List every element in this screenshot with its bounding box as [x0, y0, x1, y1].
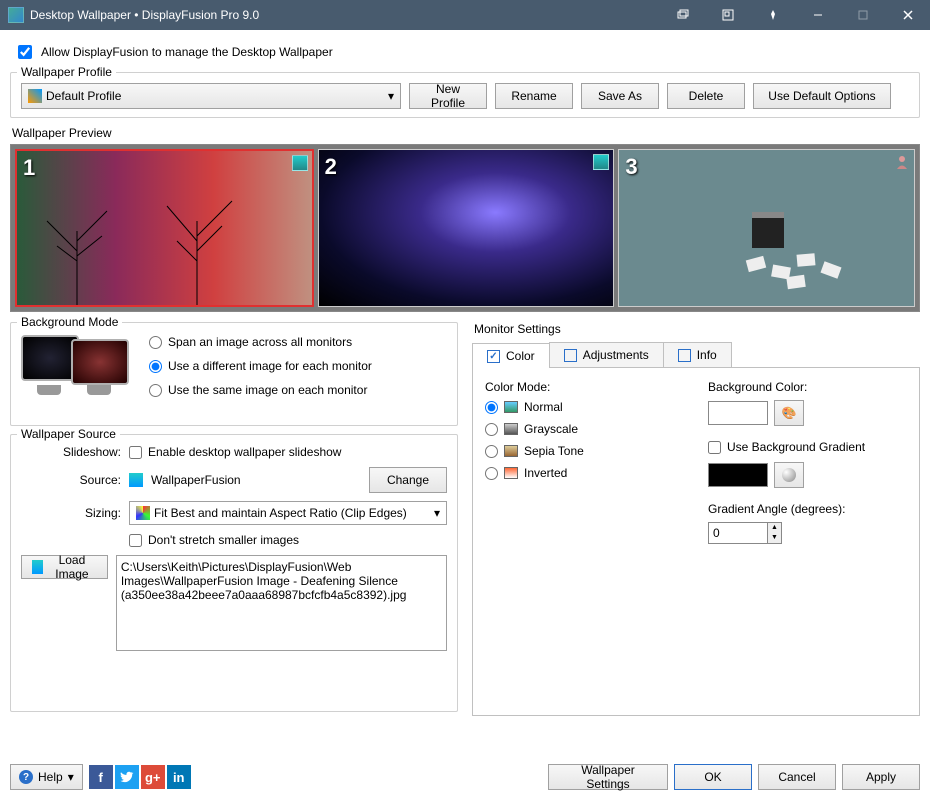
allow-manage-checkbox[interactable]: Allow DisplayFusion to manage the Deskto…	[14, 42, 920, 62]
bgmode-span-radio[interactable]: Span an image across all monitors	[149, 335, 372, 349]
monitor-number: 3	[625, 154, 637, 180]
chevron-down-icon: ▾	[434, 506, 440, 520]
chevron-down-icon: ▾	[68, 770, 74, 784]
tabstrip: Color Adjustments Info	[472, 342, 920, 368]
slideshow-label: Slideshow:	[21, 445, 121, 459]
wallpaper-profile-group: Wallpaper Profile Default Profile ▾ New …	[10, 72, 920, 118]
wallpaper-source-legend: Wallpaper Source	[17, 427, 120, 441]
cancel-button[interactable]: Cancel	[758, 764, 836, 790]
monitor-number: 2	[325, 154, 337, 180]
background-color-swatch[interactable]	[708, 401, 768, 425]
tab-info[interactable]: Info	[663, 342, 732, 367]
sizing-value: Fit Best and maintain Aspect Ratio (Clip…	[154, 506, 407, 520]
monitor-number: 1	[23, 155, 35, 181]
delete-button[interactable]: Delete	[667, 83, 745, 109]
sepia-icon	[504, 445, 518, 457]
monitor-person-icon	[894, 154, 910, 170]
monitor-settings-legend: Monitor Settings	[474, 322, 920, 336]
close-icon[interactable]	[885, 0, 930, 30]
background-mode-illustration	[21, 333, 139, 395]
tab-adjustments[interactable]: Adjustments	[549, 342, 664, 367]
footer: ? Help ▾ f g+ in Wallpaper Settings OK C…	[10, 764, 920, 790]
wallpaperfusion-icon	[129, 473, 143, 487]
linkedin-icon[interactable]: in	[167, 765, 191, 789]
sizing-icon	[136, 506, 150, 520]
new-profile-button[interactable]: New Profile	[409, 83, 487, 109]
monitor-preview-1[interactable]: 1	[15, 149, 314, 307]
inverted-icon	[504, 467, 518, 479]
background-mode-legend: Background Mode	[17, 315, 122, 329]
profile-selected-value: Default Profile	[46, 89, 121, 103]
source-label: Source:	[21, 473, 121, 487]
color-mode-label: Color Mode:	[485, 380, 684, 394]
source-value: WallpaperFusion	[151, 473, 241, 487]
monitor-preview-2[interactable]: 2	[318, 149, 615, 307]
gradient-color-swatch[interactable]	[708, 463, 768, 487]
gradient-picker-button[interactable]	[774, 462, 804, 488]
colormode-normal-radio[interactable]: Normal	[485, 400, 684, 414]
titlebar-pin-icon[interactable]	[750, 0, 795, 30]
gradient-angle-label: Gradient Angle (degrees):	[708, 502, 907, 516]
preview-strip: 1 2 3	[10, 144, 920, 312]
palette-icon: 🎨	[782, 406, 797, 420]
titlebar-extra-2-icon[interactable]	[705, 0, 750, 30]
wallpaper-profile-legend: Wallpaper Profile	[17, 65, 116, 79]
profile-select[interactable]: Default Profile ▾	[21, 83, 401, 109]
background-mode-group: Background Mode Span an image across all…	[10, 322, 458, 426]
tab-body: Color Mode: Normal Grayscale Sepia Tone …	[472, 368, 920, 716]
color-picker-button[interactable]: 🎨	[774, 400, 804, 426]
tab-checkbox-icon	[564, 349, 577, 362]
apply-button[interactable]: Apply	[842, 764, 920, 790]
grayscale-icon	[504, 423, 518, 435]
wallpaper-source-group: Wallpaper Source Slideshow: Enable deskt…	[10, 434, 458, 712]
facebook-icon[interactable]: f	[89, 765, 113, 789]
help-button[interactable]: ? Help ▾	[10, 764, 83, 790]
window-title: Desktop Wallpaper • DisplayFusion Pro 9.…	[30, 8, 660, 22]
background-color-label: Background Color:	[708, 380, 907, 394]
load-image-button[interactable]: Load Image	[21, 555, 108, 579]
app-icon	[8, 7, 24, 23]
image-path-textarea[interactable]	[116, 555, 447, 651]
gradient-angle-spinner[interactable]: ▲▼	[708, 522, 782, 544]
change-source-button[interactable]: Change	[369, 467, 447, 493]
allow-manage-label: Allow DisplayFusion to manage the Deskto…	[41, 45, 333, 59]
colormode-grayscale-radio[interactable]: Grayscale	[485, 422, 684, 436]
monitor-badge-icon	[593, 154, 609, 170]
wallpaper-preview-legend: Wallpaper Preview	[12, 126, 920, 140]
ok-button[interactable]: OK	[674, 764, 752, 790]
googleplus-icon[interactable]: g+	[141, 765, 165, 789]
use-gradient-checkbox[interactable]: Use Background Gradient	[708, 440, 907, 454]
spin-up-icon[interactable]: ▲	[768, 523, 781, 533]
tab-checkbox-icon	[678, 349, 691, 362]
monitor-preview-3[interactable]: 3	[618, 149, 915, 307]
bgmode-same-radio[interactable]: Use the same image on each monitor	[149, 383, 372, 397]
tab-checkbox-icon	[487, 350, 500, 363]
wallpaper-settings-button[interactable]: Wallpaper Settings	[548, 764, 668, 790]
monitor-badge-icon	[292, 155, 308, 171]
slideshow-enable-checkbox[interactable]: Enable desktop wallpaper slideshow	[129, 445, 447, 459]
twitter-icon[interactable]	[115, 765, 139, 789]
profile-icon	[28, 89, 42, 103]
use-default-options-button[interactable]: Use Default Options	[753, 83, 891, 109]
gradient-angle-input[interactable]	[709, 523, 767, 543]
colormode-sepia-radio[interactable]: Sepia Tone	[485, 444, 684, 458]
tab-color[interactable]: Color	[472, 343, 550, 368]
colormode-inverted-radio[interactable]: Inverted	[485, 466, 684, 480]
minimize-icon[interactable]	[795, 0, 840, 30]
save-as-button[interactable]: Save As	[581, 83, 659, 109]
titlebar: Desktop Wallpaper • DisplayFusion Pro 9.…	[0, 0, 930, 30]
spin-down-icon[interactable]: ▼	[768, 533, 781, 543]
maximize-icon[interactable]	[840, 0, 885, 30]
load-image-icon	[32, 560, 43, 574]
sizing-select[interactable]: Fit Best and maintain Aspect Ratio (Clip…	[129, 501, 447, 525]
help-icon: ?	[19, 770, 33, 784]
chevron-down-icon: ▾	[388, 89, 394, 103]
dont-stretch-checkbox[interactable]: Don't stretch smaller images	[129, 533, 447, 547]
rename-button[interactable]: Rename	[495, 83, 573, 109]
sphere-icon	[782, 468, 796, 482]
bgmode-different-radio[interactable]: Use a different image for each monitor	[149, 359, 372, 373]
normal-icon	[504, 401, 518, 413]
sizing-label: Sizing:	[21, 506, 121, 520]
titlebar-extra-1-icon[interactable]	[660, 0, 705, 30]
